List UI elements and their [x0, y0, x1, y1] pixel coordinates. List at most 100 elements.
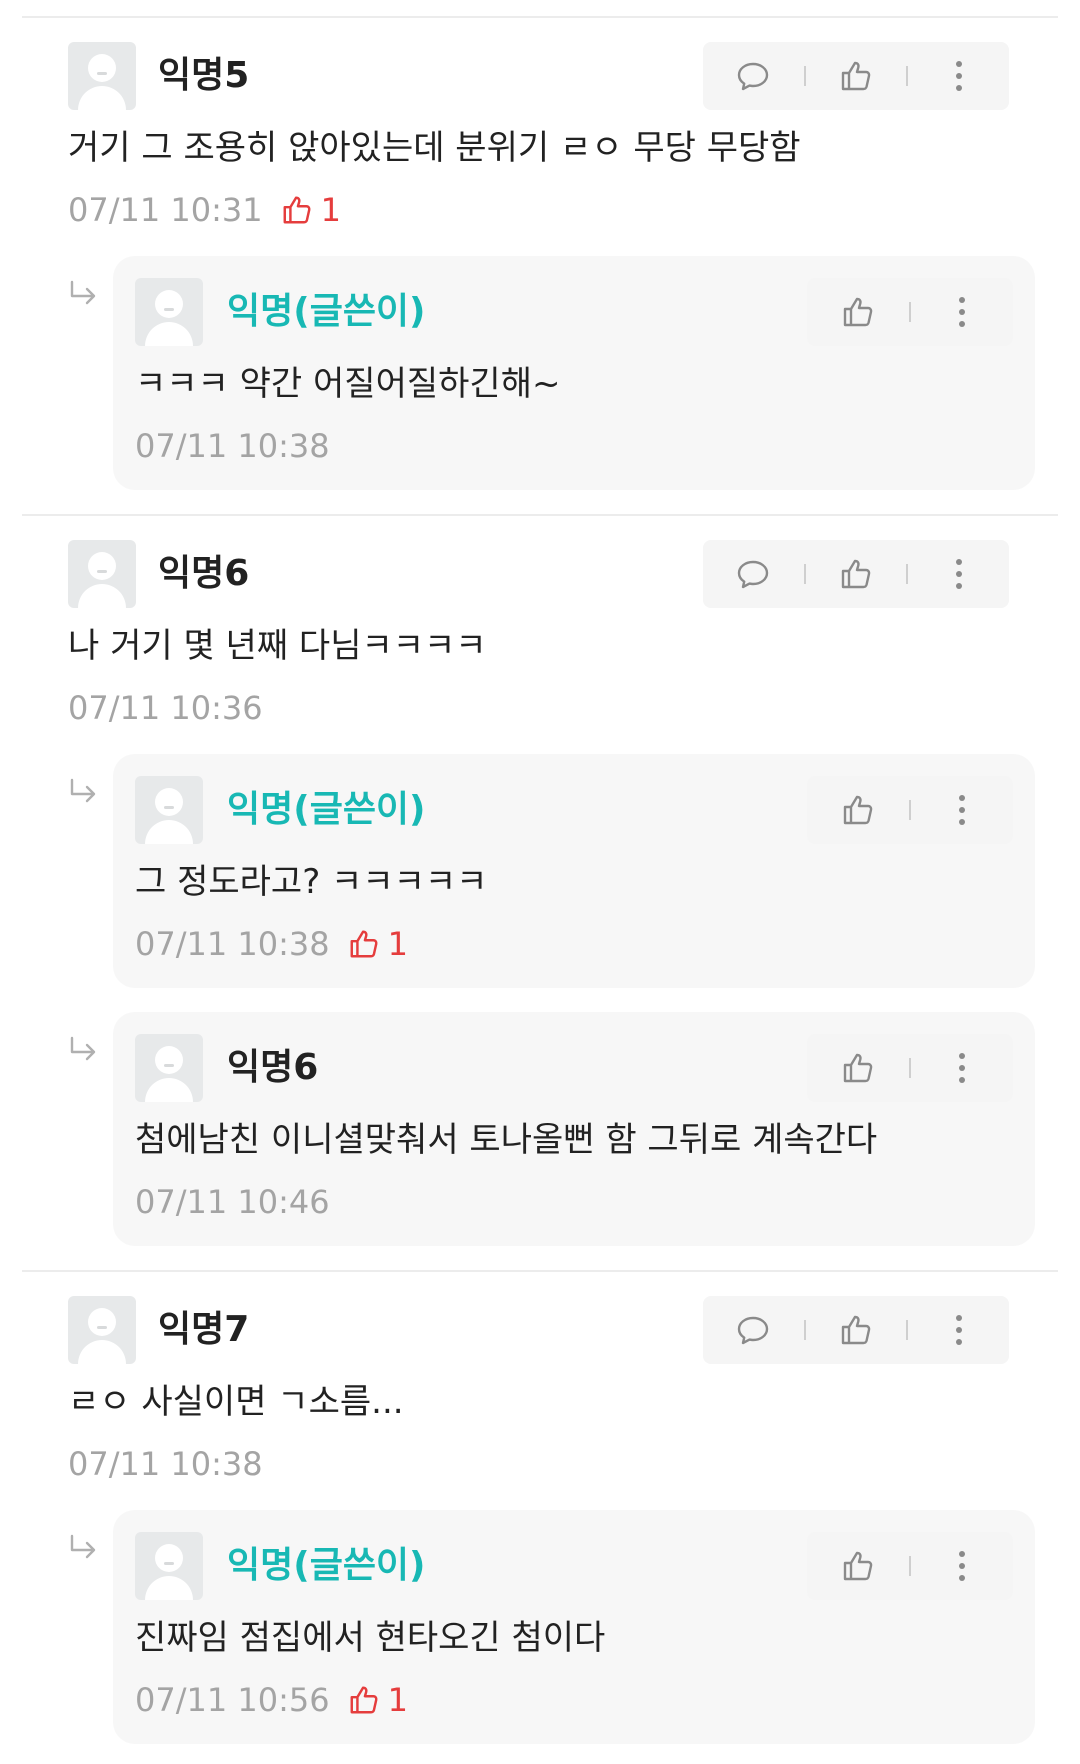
more-vertical-icon [955, 61, 962, 91]
thumbs-up-icon [350, 1686, 378, 1714]
separator [803, 1320, 806, 1340]
comment-author: 익명7 [158, 1309, 250, 1350]
more-vertical-icon [959, 1053, 965, 1083]
reply-arrow-icon [70, 1036, 96, 1061]
like-button[interactable] [828, 282, 888, 342]
avatar[interactable] [135, 776, 203, 844]
avatar[interactable] [68, 1296, 136, 1364]
comment-timestamp: 07/11 10:38 [68, 1445, 263, 1483]
like-button[interactable] [828, 780, 888, 840]
thumbs-up-icon [841, 559, 871, 589]
reply-arrow-icon [70, 280, 96, 305]
more-vertical-icon [959, 1551, 965, 1581]
reply-timestamp: 07/11 10:56 [135, 1681, 330, 1719]
like-count-value: 1 [320, 191, 341, 229]
reply-meta: 07/11 10:38 1 [135, 924, 408, 964]
like-button[interactable] [826, 544, 886, 604]
reply: 익명(글쓴이) ㅋㅋㅋ 약간 어질어질하긴해~ 07/11 10:38 [113, 256, 1035, 490]
more-button[interactable] [929, 544, 989, 604]
more-button[interactable] [932, 1038, 992, 1098]
separator [906, 66, 909, 86]
like-button[interactable] [826, 1300, 886, 1360]
avatar[interactable] [135, 1034, 203, 1102]
more-button[interactable] [929, 1300, 989, 1360]
more-button[interactable] [932, 282, 992, 342]
reply-button[interactable] [723, 1300, 783, 1360]
speech-bubble-icon [738, 1316, 769, 1345]
comment-meta: 07/11 10:31 1 [68, 190, 341, 230]
reply-arrow-icon [70, 1534, 96, 1559]
like-count-value: 1 [387, 925, 408, 963]
separator [803, 66, 806, 86]
avatar[interactable] [135, 278, 203, 346]
comment-actions [703, 1296, 1009, 1364]
comment-timestamp: 07/11 10:31 [68, 191, 263, 229]
like-button[interactable] [828, 1038, 888, 1098]
more-button[interactable] [929, 46, 989, 106]
thumbs-up-icon [843, 297, 873, 327]
reply-arrow-icon [70, 778, 96, 803]
reply-timestamp: 07/11 10:38 [135, 925, 330, 963]
like-count: 1 [281, 190, 341, 230]
reply-author: 익명(글쓴이) [227, 1545, 426, 1586]
reply-text: 그 정도라고? ㅋㅋㅋㅋㅋ [135, 862, 488, 902]
separator [909, 302, 911, 322]
thumbs-up-icon [841, 1315, 871, 1345]
reply-author: 익명(글쓴이) [227, 291, 426, 332]
comment-timestamp: 07/11 10:36 [68, 689, 263, 727]
comment-author: 익명5 [158, 55, 250, 96]
comment-text: ㄹㅇ 사실이면 ㄱ소름... [68, 1382, 404, 1422]
comment-text: 거기 그 조용히 앉아있는데 분위기 ㄹㅇ 무당 무당함 [68, 128, 801, 168]
more-button[interactable] [932, 780, 992, 840]
avatar[interactable] [135, 1532, 203, 1600]
thumbs-up-icon [841, 61, 871, 91]
like-count-value: 1 [387, 1681, 408, 1719]
more-vertical-icon [955, 559, 962, 589]
more-vertical-icon [959, 297, 965, 327]
thumbs-up-icon [350, 930, 378, 958]
thumbs-up-icon [843, 1551, 873, 1581]
speech-bubble-icon [738, 62, 769, 91]
reply-author: 익명6 [227, 1047, 319, 1088]
comment-text: 나 거기 몇 년째 다님ㅋㅋㅋㅋ [68, 626, 487, 666]
reply-button[interactable] [723, 46, 783, 106]
divider [22, 514, 1058, 516]
reply-button[interactable] [723, 544, 783, 604]
reply-text: ㅋㅋㅋ 약간 어질어질하긴해~ [135, 364, 561, 404]
separator [803, 564, 806, 584]
divider [22, 16, 1058, 18]
reply-author: 익명(글쓴이) [227, 789, 426, 830]
thumbs-up-icon [843, 795, 873, 825]
reply-actions [807, 776, 1013, 844]
reply-actions [807, 278, 1013, 346]
reply: 익명6 첨에남친 이니셜맞춰서 토나올뻔 함 그뒤로 계속간다 07/11 10… [113, 1012, 1035, 1246]
more-vertical-icon [959, 795, 965, 825]
divider [22, 1270, 1058, 1272]
avatar[interactable] [68, 540, 136, 608]
comment-actions [703, 540, 1009, 608]
reply-text: 첨에남친 이니셜맞춰서 토나올뻔 함 그뒤로 계속간다 [135, 1120, 878, 1160]
separator [909, 800, 911, 820]
separator [909, 1058, 911, 1078]
reply-timestamp: 07/11 10:46 [135, 1183, 330, 1221]
thumbs-up-icon [843, 1053, 873, 1083]
more-button[interactable] [932, 1536, 992, 1596]
like-count: 1 [348, 924, 408, 964]
thumbs-up-icon [283, 196, 311, 224]
avatar[interactable] [68, 42, 136, 110]
like-count: 1 [348, 1680, 408, 1720]
reply: 익명(글쓴이) 진짜임 점집에서 현타오긴 첨이다 07/11 10:56 1 [113, 1510, 1035, 1744]
comment-actions [703, 42, 1009, 110]
separator [906, 1320, 909, 1340]
speech-bubble-icon [738, 560, 769, 589]
more-vertical-icon [955, 1315, 962, 1345]
like-button[interactable] [826, 46, 886, 106]
comment-author: 익명6 [158, 553, 250, 594]
reply: 익명(글쓴이) 그 정도라고? ㅋㅋㅋㅋㅋ 07/11 10:38 1 [113, 754, 1035, 988]
separator [906, 564, 909, 584]
reply-actions [807, 1034, 1013, 1102]
reply-actions [807, 1532, 1013, 1600]
like-button[interactable] [828, 1536, 888, 1596]
reply-meta: 07/11 10:56 1 [135, 1680, 408, 1720]
separator [909, 1556, 911, 1576]
